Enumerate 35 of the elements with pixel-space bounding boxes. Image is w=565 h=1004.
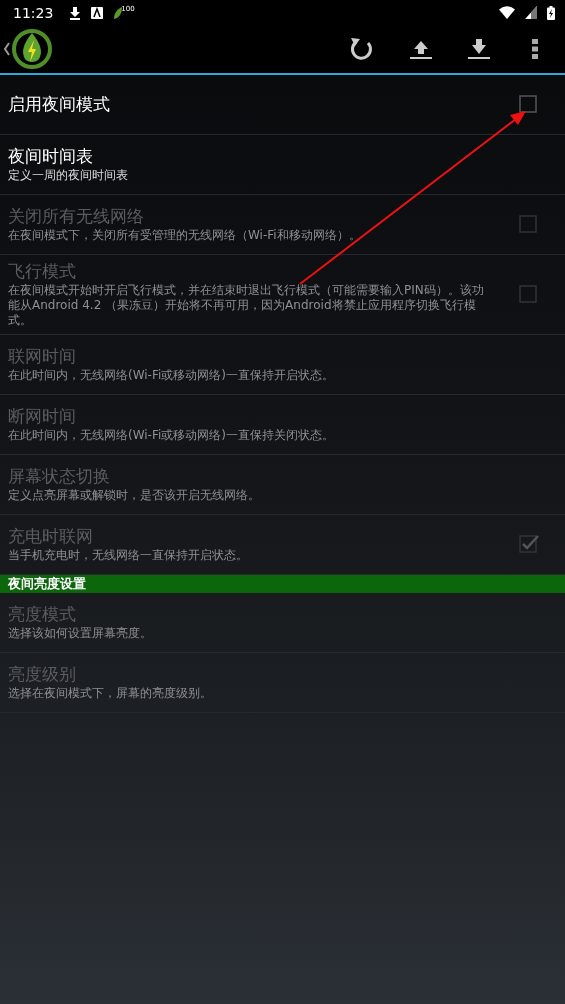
wifi-icon [499,6,515,19]
setting-summary: 在此时间内，无线网络(Wi-Fi或移动网络)一直保持开启状态。 [8,368,335,383]
setting-summary: 在夜间模式下，关闭所有受管理的无线网络（Wi-Fi和移动网络）。 [8,228,362,243]
setting-title: 关闭所有无线网络 [8,206,145,228]
setting-summary: 当手机充电时，无线网络一直保持开启状态。 [8,548,249,563]
more-options-icon[interactable] [532,39,538,59]
setting-title: 屏幕状态切换 [8,466,111,488]
setting-summary: 在此时间内，无线网络(Wi-Fi或移动网络)一直保持关闭状态。 [8,428,335,443]
section-header: 夜间亮度设置 [0,575,565,593]
setting-summary: 选择该如何设置屏幕亮度。 [8,626,153,641]
upload-icon[interactable] [410,39,432,59]
settings-item[interactable]: 夜间时间表 定义一周的夜间时间表 [0,135,565,195]
status-time: 11:23 [13,4,54,21]
setting-summary: 定义点亮屏幕或解锁时，是否该开启无线网络。 [8,488,261,503]
setting-title: 启用夜间模式 [8,93,111,116]
setting-summary: 在夜间模式开始时开启飞行模式，并在结束时退出飞行模式（可能需要输入PIN码）。该功能从Android 4.2 （果冻豆）开始将不再可用，因为Android将禁止应用程序切换飞行模式。 [8,283,485,328]
setting-title: 飞行模式 [8,261,77,283]
app-logo-icon[interactable] [11,28,53,70]
app-notification-icon [91,6,104,19]
setting-title: 夜间时间表 [8,146,94,168]
signal-icon [525,6,537,19]
download-icon [69,5,82,20]
battery-icon [547,5,555,20]
checkbox[interactable] [519,94,539,115]
setting-title: 联网时间 [8,346,77,368]
leaf-icon [113,5,124,20]
setting-title: 充电时联网 [8,526,94,548]
download-icon[interactable] [468,39,490,59]
setting-summary: 定义一周的夜间时间表 [8,168,129,183]
setting-title: 断网时间 [8,406,77,428]
setting-title: 亮度模式 [8,604,77,626]
back-caret-icon[interactable] [3,42,11,56]
setting-title: 亮度级别 [8,664,77,686]
refresh-icon[interactable] [348,36,374,62]
setting-summary: 选择在夜间模式下，屏幕的亮度级别。 [8,686,213,701]
